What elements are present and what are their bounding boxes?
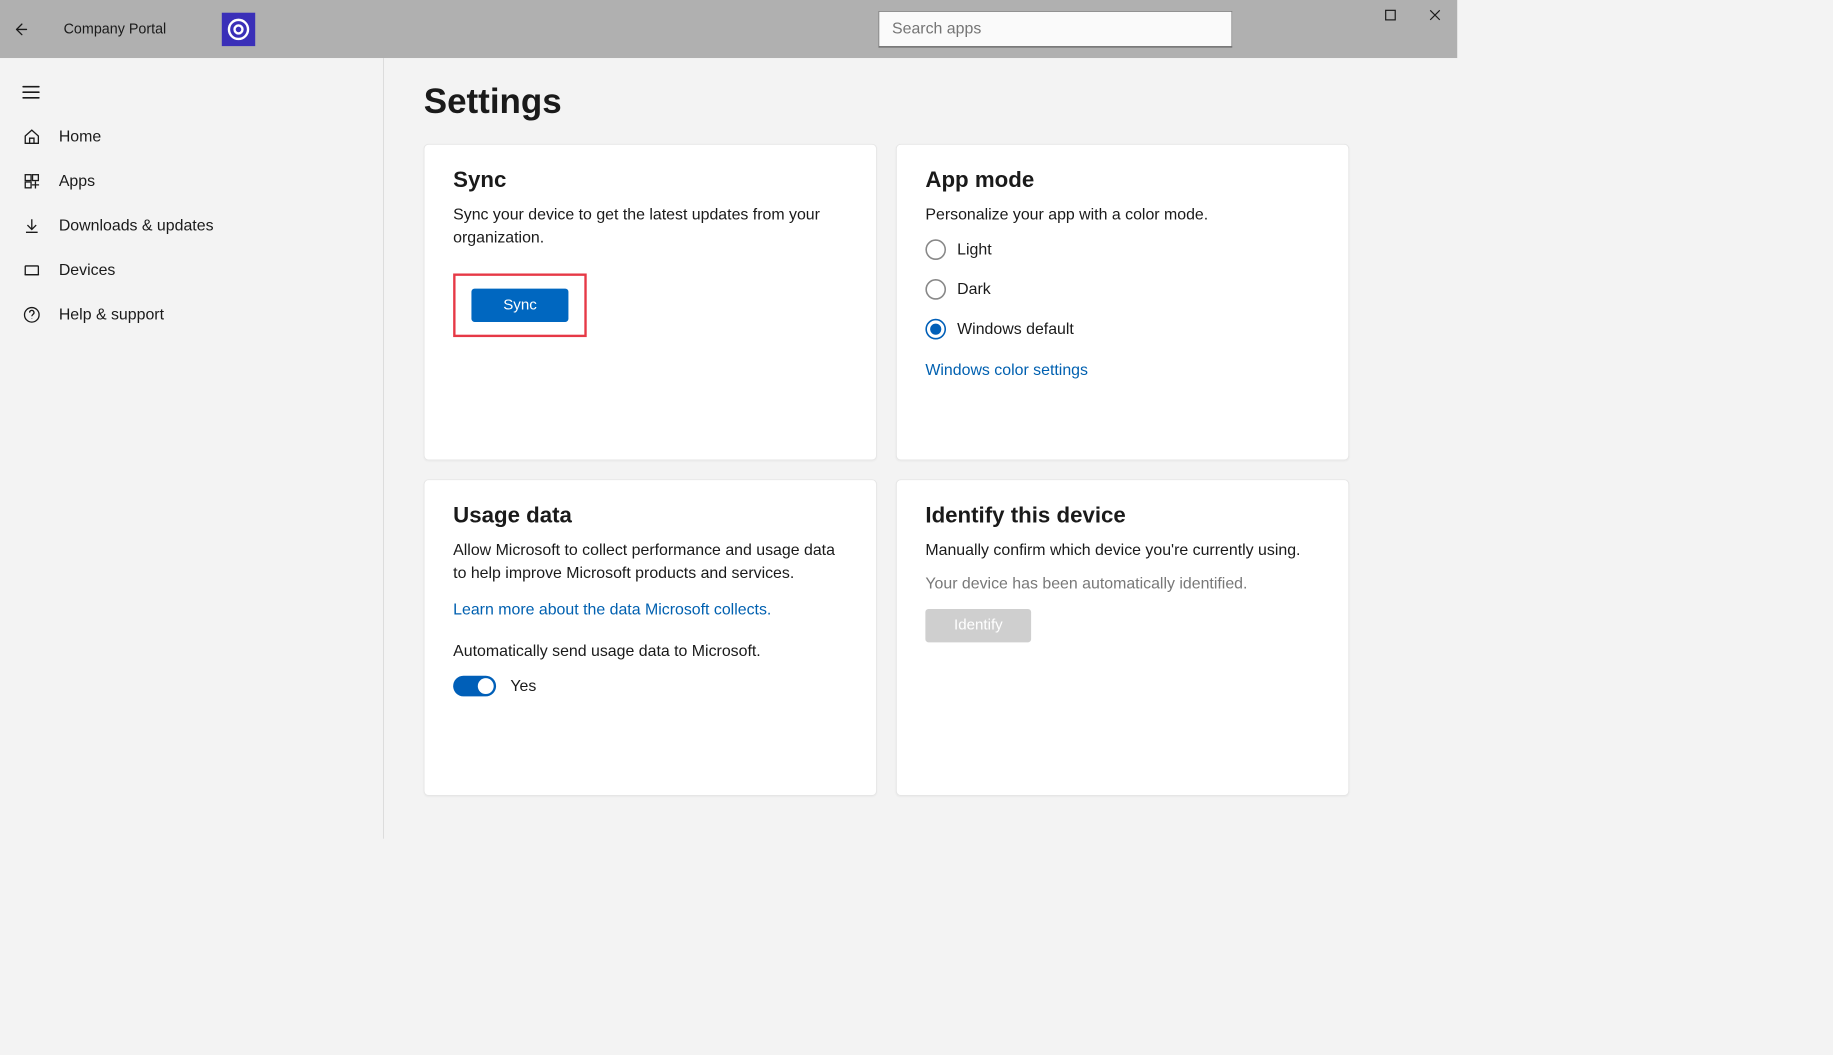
sidebar-item-label: Help & support	[59, 306, 164, 324]
sidebar-item-label: Downloads & updates	[59, 217, 214, 235]
sidebar-item-apps[interactable]: Apps	[0, 159, 383, 204]
card-title: App mode	[925, 167, 1319, 192]
page-title: Settings	[424, 82, 1418, 122]
sidebar-item-help[interactable]: Help & support	[0, 293, 383, 338]
radio-dark[interactable]: Dark	[925, 279, 1319, 300]
card-description: Manually confirm which device you're cur…	[925, 539, 1319, 562]
radio-icon	[925, 319, 946, 340]
sidebar-item-label: Home	[59, 128, 101, 146]
hamburger-button[interactable]	[0, 74, 383, 115]
toggle-description: Automatically send usage data to Microso…	[453, 640, 847, 663]
card-description: Allow Microsoft to collect performance a…	[453, 539, 847, 585]
app-title: Company Portal	[64, 21, 167, 38]
toggle-state-label: Yes	[510, 677, 536, 695]
learn-more-link[interactable]: Learn more about the data Microsoft coll…	[453, 601, 771, 619]
sidebar-item-label: Devices	[59, 261, 116, 279]
home-icon	[22, 127, 41, 146]
windows-color-settings-link[interactable]: Windows color settings	[925, 362, 1088, 380]
back-button[interactable]	[0, 0, 40, 58]
close-icon	[1429, 10, 1440, 21]
card-usage-data: Usage data Allow Microsoft to collect pe…	[424, 479, 877, 795]
hamburger-icon	[22, 85, 39, 99]
card-title: Identify this device	[925, 502, 1319, 527]
sidebar-item-downloads[interactable]: Downloads & updates	[0, 204, 383, 249]
card-identify-device: Identify this device Manually confirm wh…	[896, 479, 1349, 795]
content-area: Settings Sync Sync your device to get th…	[384, 58, 1457, 839]
maximize-button[interactable]	[1368, 0, 1413, 30]
radio-label: Light	[957, 240, 991, 258]
card-title: Usage data	[453, 502, 847, 527]
sync-button[interactable]: Sync	[471, 289, 568, 322]
close-button[interactable]	[1413, 0, 1458, 30]
highlight-annotation: Sync	[453, 273, 587, 337]
radio-label: Windows default	[957, 320, 1074, 338]
arrow-left-icon	[12, 21, 28, 37]
radio-light[interactable]: Light	[925, 239, 1319, 260]
apps-icon	[22, 172, 41, 191]
card-description: Personalize your app with a color mode.	[925, 204, 1319, 227]
search-input[interactable]	[878, 11, 1232, 48]
card-description: Sync your device to get the latest updat…	[453, 204, 847, 250]
titlebar: Company Portal	[0, 0, 1457, 58]
help-icon	[22, 305, 41, 324]
sidebar-item-home[interactable]: Home	[0, 114, 383, 159]
app-logo	[222, 12, 255, 45]
radio-icon	[925, 239, 946, 260]
download-icon	[22, 216, 41, 235]
devices-icon	[22, 261, 41, 280]
maximize-icon	[1385, 10, 1396, 21]
sidebar-item-devices[interactable]: Devices	[0, 248, 383, 293]
card-title: Sync	[453, 167, 847, 192]
card-app-mode: App mode Personalize your app with a col…	[896, 144, 1349, 460]
window-controls	[1368, 0, 1457, 30]
sidebar: Home Apps Downloads & updates Devices He…	[0, 58, 384, 839]
radio-windows-default[interactable]: Windows default	[925, 319, 1319, 340]
company-portal-icon	[227, 17, 251, 41]
identify-status: Your device has been automatically ident…	[925, 575, 1319, 593]
usage-toggle[interactable]	[453, 676, 496, 697]
card-sync: Sync Sync your device to get the latest …	[424, 144, 877, 460]
radio-icon	[925, 279, 946, 300]
identify-button: Identify	[925, 609, 1031, 642]
radio-label: Dark	[957, 280, 991, 298]
sidebar-item-label: Apps	[59, 172, 95, 190]
toggle-knob	[478, 678, 494, 694]
